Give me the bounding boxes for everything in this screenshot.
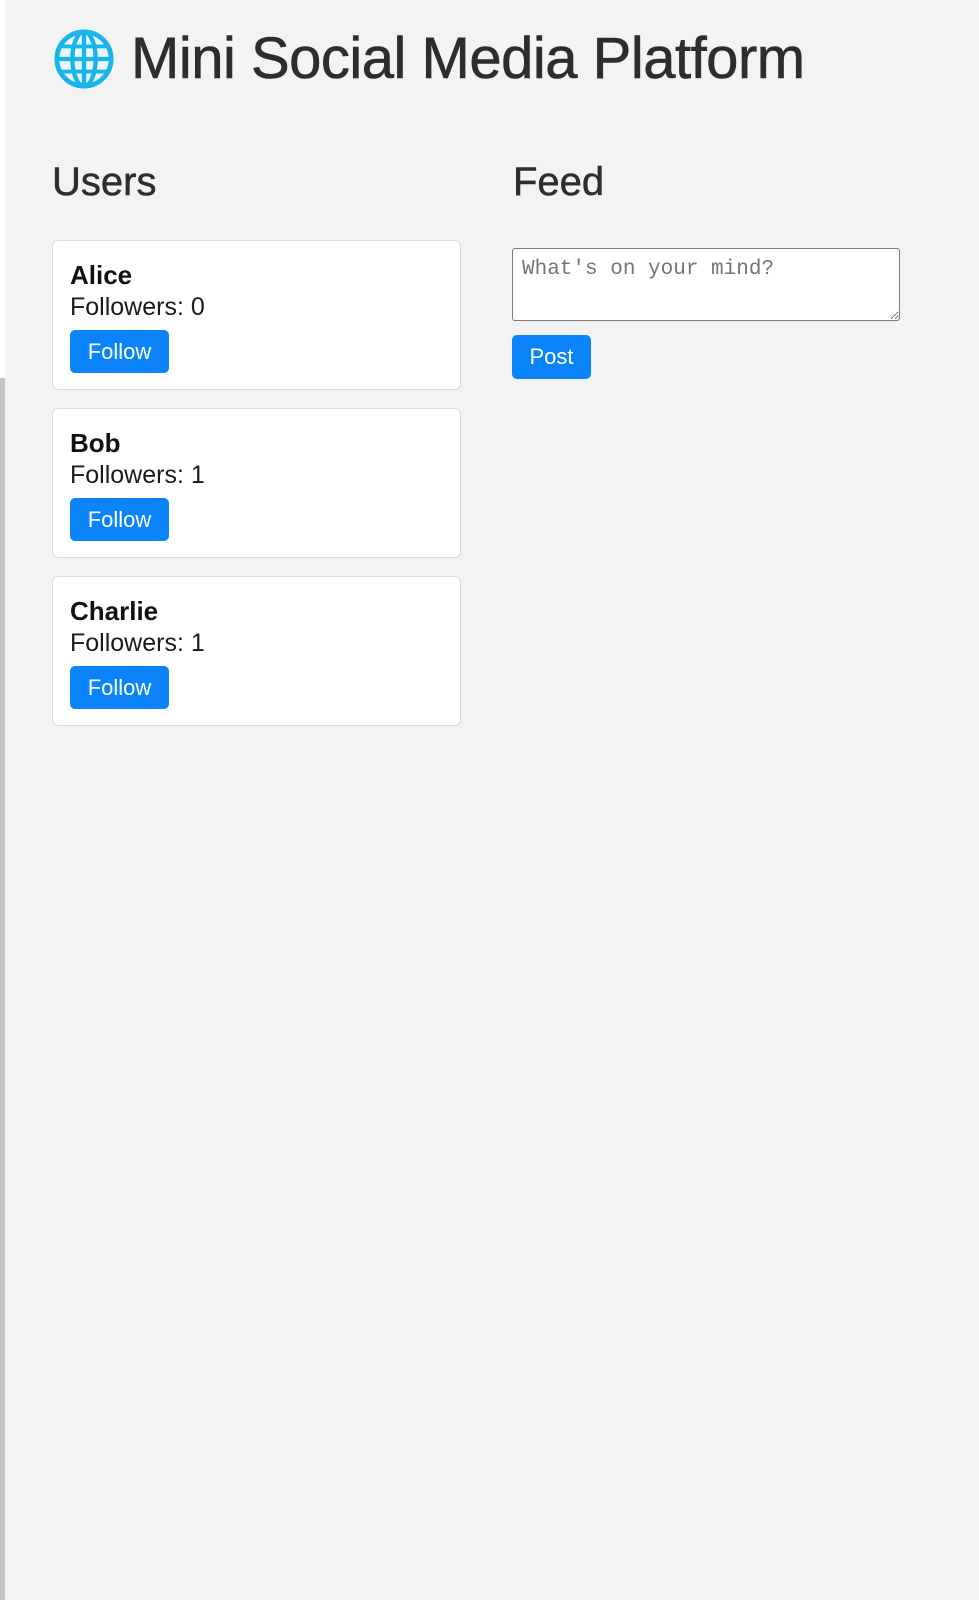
user-card-charlie: Charlie Followers: 1 Follow xyxy=(52,576,461,726)
follower-count: Followers: 1 xyxy=(70,461,205,489)
follower-count: Followers: 1 xyxy=(70,629,205,657)
app-page: Mini Social Media Platform Users Feed Al… xyxy=(5,0,979,1600)
user-name: Bob xyxy=(70,428,121,458)
app-header: Mini Social Media Platform xyxy=(53,26,805,92)
user-card-bob: Bob Followers: 1 Follow xyxy=(52,408,461,558)
post-input[interactable] xyxy=(512,248,900,321)
user-name: Alice xyxy=(70,260,133,290)
globe-icon xyxy=(54,29,114,89)
follow-button-bob[interactable]: Follow xyxy=(70,498,169,541)
window-left-edge xyxy=(0,378,5,1600)
users-heading: Users xyxy=(52,160,157,205)
post-button[interactable]: Post xyxy=(512,335,591,379)
follower-count: Followers: 0 xyxy=(70,293,205,321)
follow-button-alice[interactable]: Follow xyxy=(70,330,169,373)
user-name: Charlie xyxy=(70,596,159,626)
app-title: Mini Social Media Platform xyxy=(131,26,806,91)
user-card-alice: Alice Followers: 0 Follow xyxy=(52,240,461,390)
follow-button-charlie[interactable]: Follow xyxy=(70,666,169,709)
feed-heading: Feed xyxy=(513,160,605,205)
